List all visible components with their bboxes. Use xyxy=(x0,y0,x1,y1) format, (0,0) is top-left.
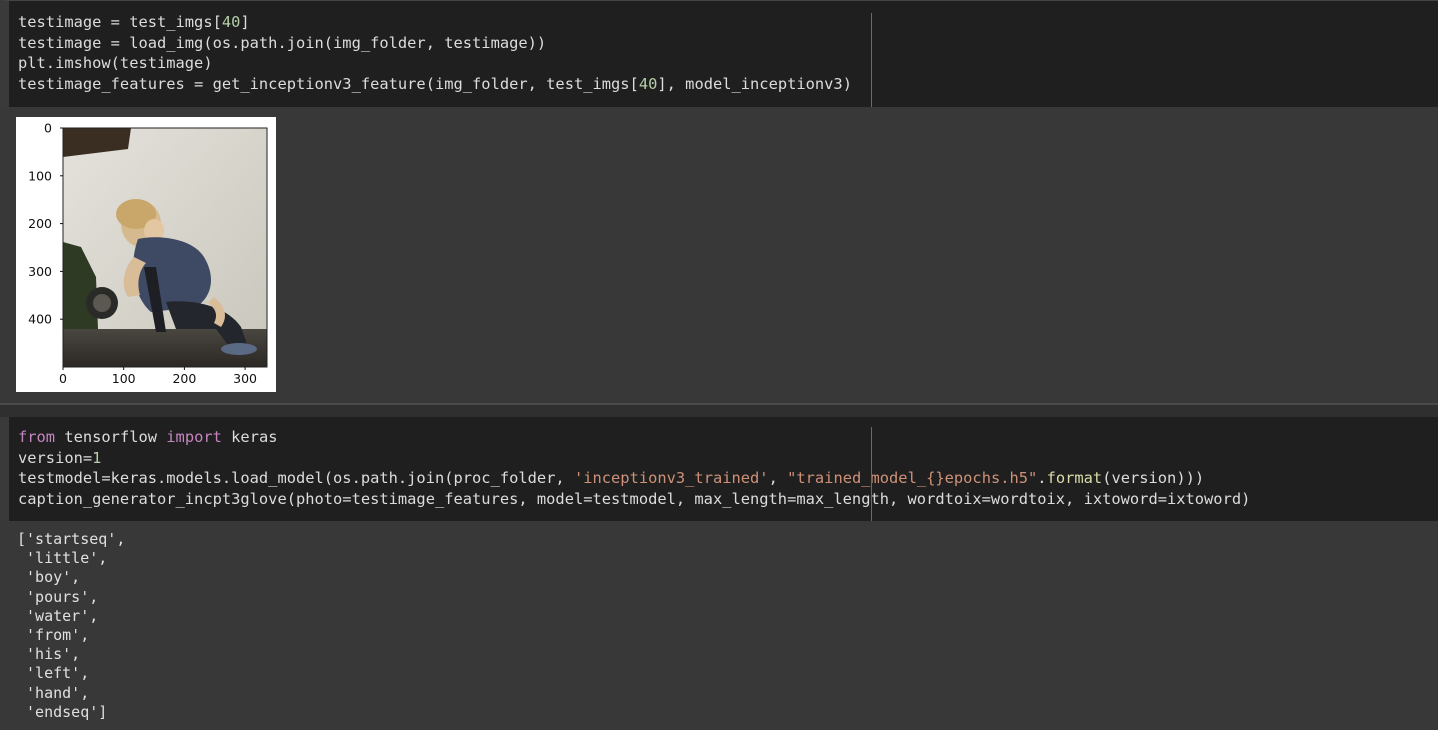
line-length-ruler xyxy=(871,427,872,521)
code-text: testimage_features = get_inceptionv3_fea… xyxy=(18,74,639,93)
code-line[interactable]: plt.imshow(testimage) xyxy=(18,53,852,74)
code-text: keras xyxy=(221,428,278,446)
output-line: 'pours', xyxy=(17,587,99,606)
cell-separator xyxy=(0,403,1438,417)
y-tick-label: 300 xyxy=(28,264,52,279)
output-line: 'water', xyxy=(17,606,99,625)
text-output: ['startseq', 'little', 'boy', 'pours', '… xyxy=(17,530,125,722)
code-line[interactable]: testimage = load_img(os.path.join(img_fo… xyxy=(18,33,852,54)
line-length-ruler xyxy=(871,13,872,107)
output-line: 'hand', xyxy=(17,683,90,702)
code-text: version= xyxy=(18,448,93,467)
photo-image xyxy=(63,128,267,367)
code-number: 40 xyxy=(638,74,658,93)
matplotlib-figure: 0 100 200 300 400 0 100 200 300 xyxy=(16,117,276,392)
code-line[interactable]: from tensorflow import keras xyxy=(18,427,1250,448)
code-cell-1[interactable]: testimage = test_imgs[40] testimage = lo… xyxy=(0,0,1438,107)
output-line: 'endseq'] xyxy=(17,702,108,721)
code-text: testmodel=keras.models.load_model(os.pat… xyxy=(18,469,574,488)
y-tick-label: 100 xyxy=(28,168,52,183)
code-text: , xyxy=(768,469,788,488)
code-line[interactable]: testimage_features = get_inceptionv3_fea… xyxy=(18,74,852,95)
x-axis: 0 100 200 300 xyxy=(59,367,257,386)
output-line: 'boy', xyxy=(17,568,81,587)
code-keyword: from xyxy=(18,428,56,446)
code-string: "trained_model_{}epochs.h5" xyxy=(787,469,1038,488)
y-tick-label: 400 xyxy=(28,312,52,327)
output-line: 'left', xyxy=(17,664,90,683)
output-line: ['startseq', xyxy=(17,530,126,548)
code-cell-2[interactable]: from tensorflow import keras version=1 t… xyxy=(0,417,1438,521)
code-editor-1[interactable]: testimage = test_imgs[40] testimage = lo… xyxy=(18,12,852,94)
x-tick-label: 200 xyxy=(172,371,196,386)
code-text: ] xyxy=(240,13,250,31)
code-line[interactable]: caption_generator_incpt3glove(photo=test… xyxy=(18,489,1250,510)
output-line: 'his', xyxy=(17,645,81,664)
code-text: tensorflow xyxy=(55,428,167,446)
code-string: 'inceptionv3_trained' xyxy=(573,469,769,488)
imshow-plot: 0 100 200 300 400 0 100 200 300 xyxy=(28,121,268,386)
code-text: testimage = test_imgs[ xyxy=(18,13,222,31)
code-line[interactable]: version=1 xyxy=(18,448,1250,469)
output-line: 'little', xyxy=(17,549,108,568)
x-tick-label: 300 xyxy=(233,371,257,386)
code-keyword: import xyxy=(166,428,222,446)
output-line: 'from', xyxy=(17,625,90,644)
output-area-2 xyxy=(0,521,1438,730)
code-editor-2[interactable]: from tensorflow import keras version=1 t… xyxy=(18,427,1250,509)
code-number: 40 xyxy=(221,13,241,31)
code-function: format xyxy=(1046,469,1103,488)
y-tick-label: 0 xyxy=(44,121,52,136)
code-text: (version))) xyxy=(1102,469,1205,488)
x-tick-label: 100 xyxy=(112,371,136,386)
code-line[interactable]: testmodel=keras.models.load_model(os.pat… xyxy=(18,468,1250,489)
code-text: ], model_inceptionv3) xyxy=(657,74,852,93)
y-axis: 0 100 200 300 400 xyxy=(28,121,63,327)
code-number: 1 xyxy=(92,448,102,467)
y-tick-label: 200 xyxy=(28,216,52,231)
x-tick-label: 0 xyxy=(59,371,67,386)
notebook-page: testimage = test_imgs[40] testimage = lo… xyxy=(0,0,1438,730)
code-text: . xyxy=(1037,469,1047,488)
code-line[interactable]: testimage = test_imgs[40] xyxy=(18,12,852,33)
